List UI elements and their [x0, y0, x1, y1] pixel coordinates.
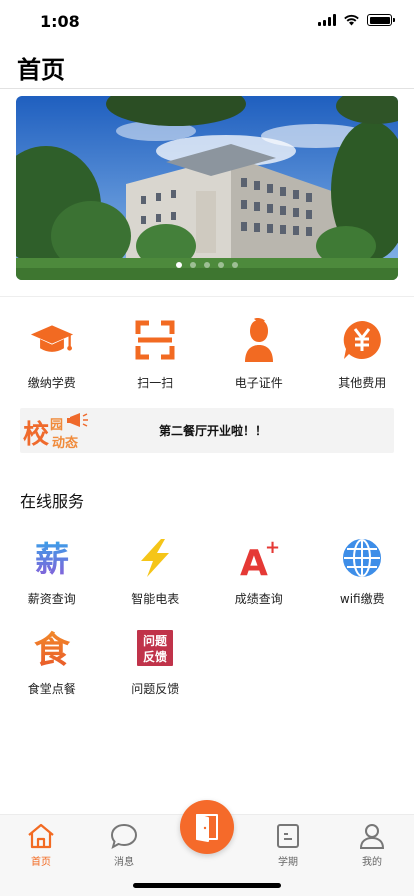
globe-icon [340, 536, 384, 580]
quick-action-other-fees[interactable]: 其他费用 [311, 318, 414, 391]
home-indicator [133, 883, 281, 888]
service-label: 智能电表 [131, 592, 180, 606]
svg-text:问题: 问题 [143, 633, 168, 648]
header-divider [0, 88, 414, 89]
cellular-signal-icon [318, 14, 336, 26]
person-id-icon [237, 318, 281, 362]
page-title: 首页 [17, 56, 65, 84]
service-canteen-order[interactable]: 食 食堂点餐 [0, 626, 104, 697]
service-salary[interactable]: 薪 薪资查询 [0, 536, 104, 607]
quick-action-label: 缴纳学费 [27, 376, 76, 390]
tab-label: 首页 [31, 857, 51, 868]
yuan-bubble-icon [340, 318, 384, 362]
lightning-icon [133, 536, 177, 580]
quick-actions: 缴纳学费 扫一扫 电子证件 其他费用 [0, 318, 414, 391]
status-time: 1:08 [40, 12, 80, 31]
carousel-dot[interactable] [218, 262, 224, 268]
tab-semester[interactable]: 学期 [258, 821, 318, 868]
service-label: 问题反馈 [131, 682, 180, 696]
tab-profile[interactable]: 我的 [342, 821, 402, 868]
service-grades[interactable]: A + 成绩查询 [207, 536, 311, 607]
tab-messages[interactable]: 消息 [94, 821, 154, 868]
tab-label: 我的 [362, 857, 382, 868]
service-grid-row-1: 薪 薪资查询 智能电表 A + 成绩查询 wifi缴费 [0, 536, 414, 607]
service-label: 食堂点餐 [27, 682, 76, 696]
carousel-dot[interactable] [232, 262, 238, 268]
carousel-dot[interactable] [176, 262, 182, 268]
carousel-dot[interactable] [204, 262, 210, 268]
battery-icon [367, 14, 395, 26]
carousel-dot[interactable] [190, 262, 196, 268]
salary-icon: 薪 [30, 536, 74, 580]
tab-label: 学期 [278, 857, 298, 868]
campus-banner-carousel[interactable] [16, 96, 398, 280]
svg-text:反馈: 反馈 [143, 649, 167, 664]
center-action-button[interactable] [180, 800, 234, 854]
scan-icon [133, 318, 177, 362]
wifi-icon [344, 14, 359, 26]
service-feedback[interactable]: 问题 反馈 问题反馈 [104, 626, 208, 697]
service-grid-row-2: 食 食堂点餐 问题 反馈 问题反馈 [0, 626, 414, 697]
section-title-online-services: 在线服务 [20, 492, 85, 511]
quick-action-label: 其他费用 [338, 376, 387, 390]
message-icon [109, 821, 139, 851]
svg-text:+: + [265, 537, 280, 558]
campus-building-photo [16, 96, 398, 280]
svg-text:食: 食 [34, 630, 71, 669]
home-icon [26, 821, 56, 851]
graduation-cap-icon [30, 318, 74, 362]
campus-news-bar[interactable]: 校 园 动态 第二餐厅开业啦！！ [20, 408, 394, 453]
service-wifi-payment[interactable]: wifi缴费 [311, 536, 414, 607]
tab-home[interactable]: 首页 [11, 821, 71, 868]
service-label: 成绩查询 [234, 592, 283, 606]
canteen-icon: 食 [30, 626, 74, 670]
tab-label: 消息 [114, 857, 134, 868]
profile-icon [357, 821, 387, 851]
feedback-icon: 问题 反馈 [133, 626, 177, 670]
semester-icon [273, 821, 303, 851]
service-label: 薪资查询 [27, 592, 76, 606]
service-smart-meter[interactable]: 智能电表 [104, 536, 208, 607]
status-icons [318, 14, 395, 26]
quick-action-id-card[interactable]: 电子证件 [207, 318, 311, 391]
section-divider [0, 296, 414, 297]
quick-action-scan[interactable]: 扫一扫 [104, 318, 208, 391]
news-text: 第二餐厅开业啦！！ [158, 424, 267, 438]
quick-action-label: 电子证件 [234, 376, 283, 390]
quick-action-tuition[interactable]: 缴纳学费 [0, 318, 104, 391]
status-bar: 1:08 [0, 0, 414, 44]
svg-text:A: A [240, 543, 268, 579]
grade-icon: A + [237, 536, 281, 580]
carousel-dots [16, 262, 398, 268]
door-icon [196, 814, 218, 842]
service-label: wifi缴费 [339, 592, 385, 606]
svg-text:薪: 薪 [35, 540, 69, 579]
quick-action-label: 扫一扫 [137, 376, 174, 390]
